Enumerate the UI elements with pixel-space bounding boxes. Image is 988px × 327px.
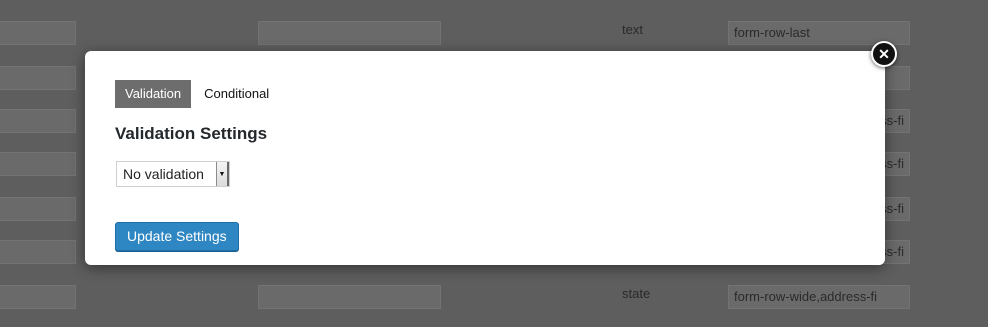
bg-input [0,197,76,221]
bg-input [0,152,76,176]
bg-class-input: form-row-wide,address-fi [728,285,910,309]
validation-select-value: No validation [123,166,204,182]
section-title: Validation Settings [115,124,268,143]
close-icon[interactable]: ✕ [871,41,897,67]
validation-select[interactable]: No validation ▼ [116,161,230,187]
dropdown-arrow-icon[interactable]: ▼ [216,162,229,186]
update-settings-button[interactable]: Update Settings [115,222,239,251]
bg-input [0,240,76,264]
bg-input [0,21,76,45]
bg-input [0,285,76,309]
modal-tabs: Validation Conditional [115,80,282,108]
tab-conditional[interactable]: Conditional [191,80,282,108]
bg-field-type: text [622,22,643,37]
bg-input [0,66,76,90]
bg-field-type: state [622,286,651,301]
settings-modal: Validation Conditional Validation Settin… [85,51,885,265]
bg-input [258,285,441,309]
bg-input [0,109,76,133]
bg-input [258,21,441,45]
tab-validation[interactable]: Validation [115,80,192,108]
